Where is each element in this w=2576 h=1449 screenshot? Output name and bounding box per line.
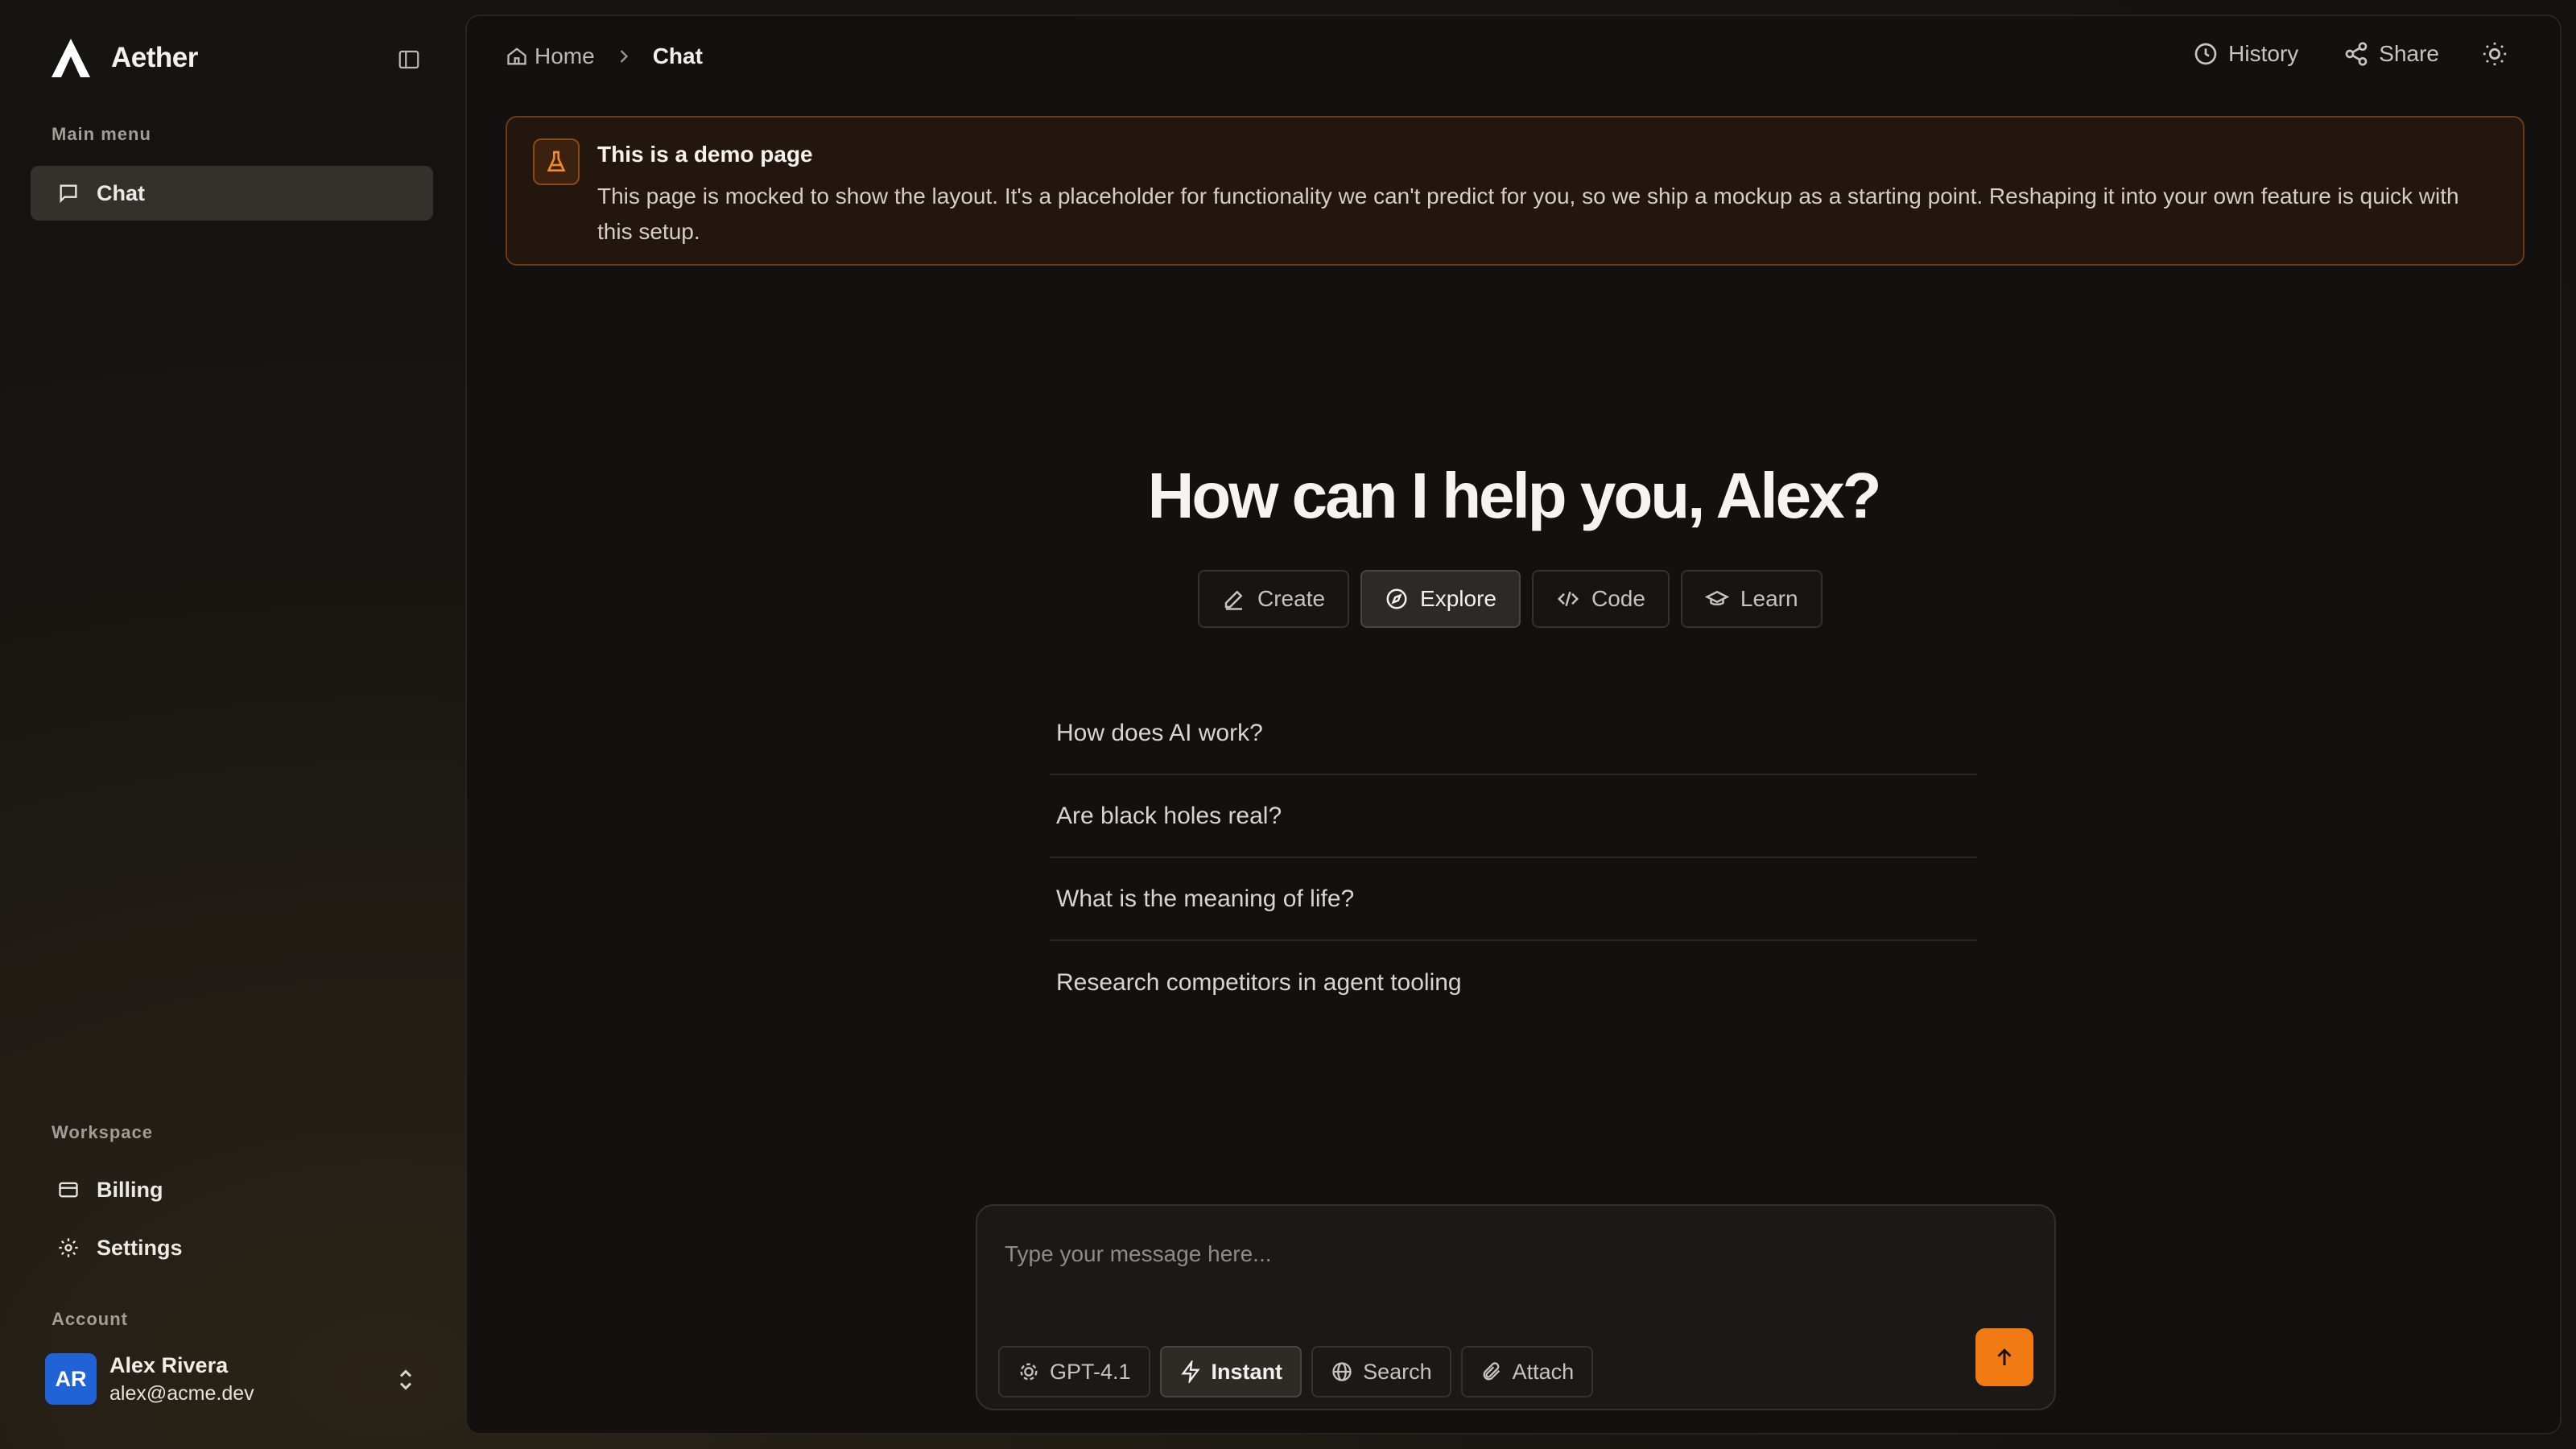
demo-banner: This is a demo page This page is mocked … (506, 116, 2524, 266)
compass-icon (1386, 588, 1407, 609)
sidebar-item-settings[interactable]: Settings (31, 1220, 433, 1275)
breadcrumb-current: Chat (652, 43, 703, 68)
message-composer: GPT-4.1 Instant Search Attach (976, 1204, 2056, 1410)
account-email: alex@acme.dev (109, 1382, 254, 1405)
breadcrumb-home-label: Home (535, 43, 595, 68)
account-info: Alex Rivera alex@acme.dev (109, 1351, 254, 1407)
pencil-icon (1224, 590, 1243, 610)
message-input[interactable] (1005, 1230, 2019, 1278)
account-switcher[interactable]: AR Alex Rivera alex@acme.dev (45, 1349, 423, 1409)
model-selector-button[interactable]: GPT-4.1 (998, 1346, 1150, 1397)
code-icon (1557, 591, 1579, 607)
mode-label: Create (1257, 586, 1326, 611)
share-icon (2345, 42, 2368, 66)
mode-code-button[interactable]: Code (1531, 570, 1670, 628)
mode-explore-button[interactable]: Explore (1360, 570, 1521, 628)
account-label: Account (52, 1309, 128, 1329)
panel-left-icon (398, 50, 419, 69)
model-label: GPT-4.1 (1050, 1359, 1131, 1384)
sidebar-toggle-button[interactable] (391, 42, 427, 77)
mode-label: Learn (1740, 586, 1798, 611)
chevrons-up-down-icon (399, 1369, 412, 1390)
sidebar-item-label: Billing (97, 1177, 163, 1202)
composer-toolbar: GPT-4.1 Instant Search Attach (998, 1346, 1603, 1397)
send-button[interactable] (1975, 1328, 2033, 1386)
credit-card-icon (56, 1178, 80, 1202)
mode-learn-button[interactable]: Learn (1680, 570, 1823, 628)
mode-selector: Create Explore Code Learn (1198, 570, 1834, 628)
header-actions: History Share (2148, 40, 2508, 68)
globe-icon (1332, 1362, 1352, 1381)
sidebar: Aether Main menu Chat Workspace Billing (0, 0, 460, 1449)
paperclip-icon (1483, 1362, 1500, 1381)
attach-button[interactable]: Attach (1460, 1346, 1594, 1397)
sidebar-item-label: Chat (97, 180, 145, 205)
sidebar-item-label: Settings (97, 1235, 183, 1260)
instant-label: Instant (1211, 1359, 1283, 1384)
account-name: Alex Rivera (109, 1353, 229, 1377)
workspace-label: Workspace (52, 1122, 153, 1142)
attach-label: Attach (1512, 1359, 1575, 1384)
main-panel: Home Chat History Share This is a demo p… (465, 14, 2562, 1435)
sidebar-item-billing[interactable]: Billing (31, 1162, 433, 1217)
app-root: Aether Main menu Chat Workspace Billing (0, 0, 2576, 1449)
suggestion-item[interactable]: Research competitors in agent tooling (1050, 941, 1977, 1024)
share-button[interactable]: Share (2343, 41, 2439, 67)
sidebar-item-chat[interactable]: Chat (31, 166, 433, 221)
mode-create-button[interactable]: Create (1198, 570, 1350, 628)
aether-logo-icon (52, 39, 90, 77)
banner-body: This page is mocked to show the layout. … (597, 184, 2459, 244)
brand[interactable]: Aether (48, 35, 198, 80)
suggestion-item[interactable]: Are black holes real? (1050, 775, 1977, 858)
suggestion-list: How does AI work? Are black holes real? … (1050, 692, 1977, 1024)
suggestion-item[interactable]: What is the meaning of life? (1050, 858, 1977, 941)
breadcrumb: Home Chat (506, 43, 703, 69)
app-name: Aether (111, 42, 198, 73)
banner-title: This is a demo page (597, 142, 813, 167)
chat-icon (56, 181, 80, 205)
search-label: Search (1363, 1359, 1432, 1384)
flask-icon (533, 138, 580, 185)
history-label: History (2228, 41, 2299, 66)
main-menu-label: Main menu (52, 124, 151, 144)
mode-label: Code (1591, 586, 1645, 611)
greeting-heading: How can I help you, Alex? (1147, 460, 1882, 531)
search-toggle-button[interactable]: Search (1311, 1346, 1451, 1397)
graduation-cap-icon (1704, 590, 1729, 606)
arrow-up-icon (1997, 1348, 2012, 1365)
home-icon (507, 47, 526, 65)
gear-icon (56, 1236, 80, 1260)
breadcrumb-home[interactable]: Home (506, 43, 595, 69)
suggestion-item[interactable]: How does AI work? (1050, 692, 1977, 775)
openai-icon (1020, 1363, 1038, 1381)
avatar: AR (45, 1353, 97, 1405)
chevron-right-icon (620, 50, 628, 63)
lightning-icon (1180, 1360, 1200, 1383)
mode-label: Explore (1420, 586, 1496, 611)
instant-toggle-button[interactable]: Instant (1159, 1346, 1302, 1397)
clock-icon (2194, 43, 2217, 65)
sun-icon[interactable] (2481, 40, 2508, 68)
share-label: Share (2379, 41, 2439, 66)
history-button[interactable]: History (2193, 41, 2298, 67)
